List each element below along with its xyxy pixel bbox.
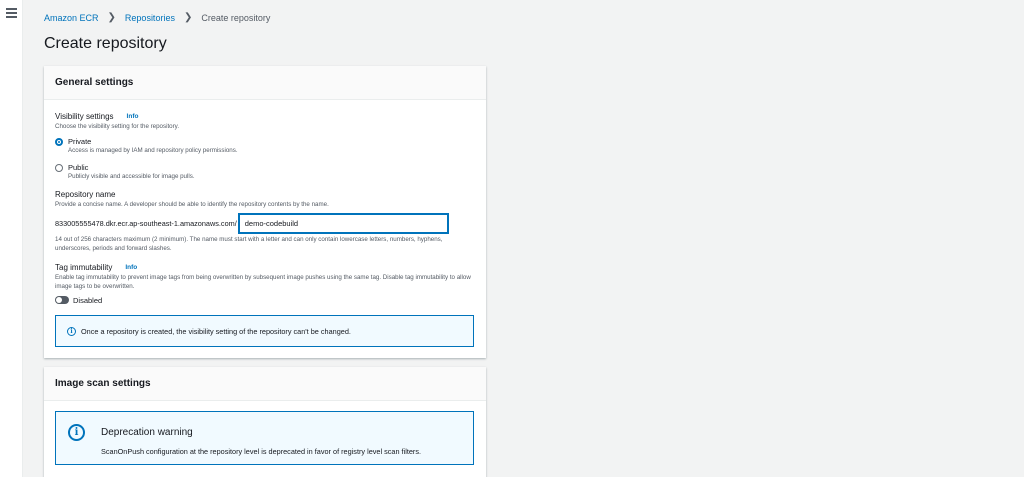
visibility-alert-text: Once a repository is created, the visibi… (81, 326, 351, 336)
tag-immutability-info-link[interactable]: Info (125, 264, 137, 271)
tag-immutability-text: Tag immutability (55, 263, 113, 272)
breadcrumb: Amazon ECR ❯ Repositories ❯ Create repos… (44, 12, 270, 23)
general-settings-panel: General settings Visibility settings Inf… (44, 66, 486, 358)
breadcrumb-current: Create repository (201, 12, 271, 23)
repository-name-constraint: 14 out of 256 characters maximum (2 mini… (55, 235, 443, 252)
public-label: Public (68, 162, 89, 172)
image-scan-settings-panel: Image scan settings i Deprecation warnin… (44, 367, 486, 477)
breadcrumb-amazon-ecr[interactable]: Amazon ECR (44, 13, 99, 23)
deprecation-warning-title: Deprecation warning (101, 427, 193, 438)
tag-immutability-toggle-row[interactable]: Disabled (55, 296, 475, 305)
repository-name-description: Provide a concise name. A developer shou… (55, 201, 329, 208)
tag-immutability-state: Disabled (73, 295, 103, 305)
tag-immutability-toggle[interactable] (55, 296, 69, 305)
private-description: Access is managed by IAM and repository … (68, 146, 238, 154)
visibility-settings-text: Visibility settings (55, 112, 114, 121)
public-description: Publicly visible and accessible for imag… (68, 172, 195, 180)
chevron-right-icon: ❯ (107, 12, 116, 23)
radio-option-public[interactable]: Public Publicly visible and accessible f… (55, 163, 238, 182)
deprecation-warning-text: ScanOnPush configuration at the reposito… (101, 447, 422, 456)
repository-name-input[interactable] (238, 213, 448, 233)
tag-immutability-description: Enable tag immutability to prevent image… (55, 274, 471, 290)
info-icon: i (68, 424, 85, 441)
visibility-info-alert: i Once a repository is created, the visi… (55, 315, 474, 347)
repository-name-row: 833005555478.dkr.ecr.ap-southeast-1.amaz… (55, 213, 475, 233)
tag-immutability-label: Tag immutability Info (55, 263, 475, 272)
chevron-right-icon: ❯ (183, 12, 193, 23)
visibility-settings-label: Visibility settings Info (55, 112, 238, 121)
image-scan-settings-title: Image scan settings (44, 367, 486, 401)
visibility-settings-group: Visibility settings Info Choose the visi… (55, 112, 238, 182)
registry-uri-prefix: 833005555478.dkr.ecr.ap-southeast-1.amaz… (55, 218, 237, 228)
radio-option-private[interactable]: Private Access is managed by IAM and rep… (55, 137, 238, 156)
info-icon: i (67, 326, 76, 336)
repository-name-label: Repository name (55, 190, 116, 199)
private-radio[interactable] (55, 137, 63, 146)
side-navigation-rail (0, 0, 23, 477)
general-settings-title: General settings (44, 66, 486, 100)
repository-name-group: Repository name Provide a concise name. … (55, 190, 475, 254)
breadcrumb-repositories[interactable]: Repositories (125, 13, 175, 23)
page-title: Create repository (44, 35, 167, 52)
private-label: Private (68, 136, 92, 146)
tag-immutability-group: Tag immutability Info Enable tag immutab… (55, 263, 475, 305)
visibility-description: Choose the visibility setting for the re… (55, 123, 180, 130)
menu-icon[interactable] (6, 8, 17, 18)
visibility-info-link[interactable]: Info (127, 113, 139, 120)
public-radio[interactable] (55, 163, 63, 172)
deprecation-warning-alert: i Deprecation warning ScanOnPush configu… (55, 411, 474, 465)
